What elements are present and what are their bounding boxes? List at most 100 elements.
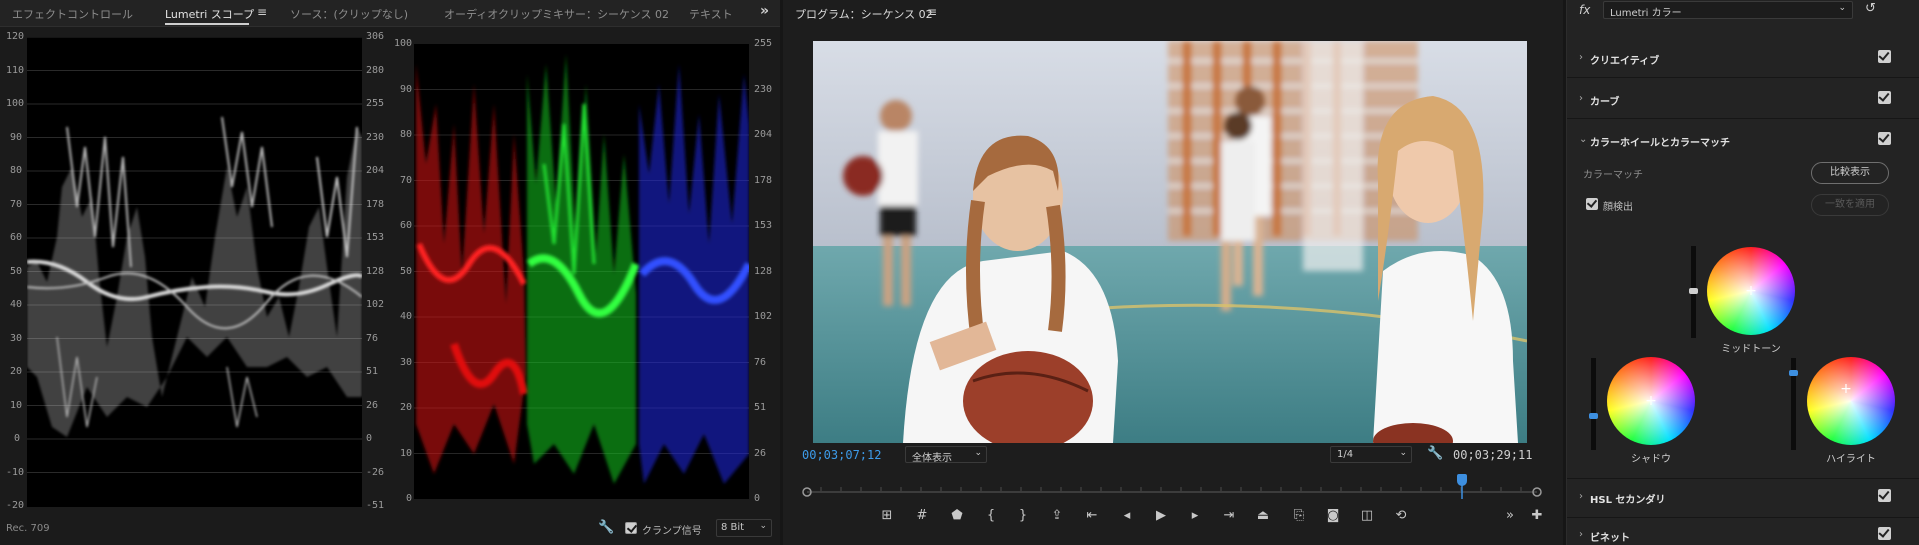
face-detection-checkbox[interactable] <box>1586 198 1598 210</box>
section-color-wheels[interactable]: ⌄ カラーホイールとカラーマッチ <box>1567 120 1919 160</box>
axis-tick-label: 20 <box>400 402 413 413</box>
current-timecode[interactable]: 00;03;07;12 <box>802 448 881 462</box>
playback-resolution-value: 1/4 <box>1337 449 1354 460</box>
program-monitor-panel: プログラム：シーケンス 02 ≡ 00;03;07;12 全体表示 ⌄ 1/4 … <box>783 0 1563 545</box>
reset-effect-icon[interactable]: ↺ <box>1865 1 1876 16</box>
waveform-trace <box>26 116 364 437</box>
axis-tick-label: 128 <box>754 266 773 277</box>
axis-tick-label: 20 <box>10 366 23 377</box>
tab-text[interactable]: テキスト <box>689 6 733 22</box>
section-creative-checkbox[interactable] <box>1878 50 1891 63</box>
section-color-wheels-checkbox[interactable] <box>1878 132 1891 145</box>
shadows-slider-thumb[interactable] <box>1589 413 1598 419</box>
step-forward-icon[interactable]: ▸ <box>1185 508 1205 523</box>
chevron-right-icon: › <box>1579 491 1583 502</box>
step-back-icon[interactable]: ◂ <box>1117 508 1137 523</box>
program-video-frame[interactable] <box>813 41 1527 443</box>
section-hsl-checkbox[interactable] <box>1878 489 1891 502</box>
safe-margins-icon[interactable]: # <box>912 508 932 523</box>
export-frame-share-icon[interactable]: ⇪ <box>1047 508 1067 523</box>
chevron-down-icon: ⌄ <box>974 448 982 458</box>
section-hsl-secondary[interactable]: › HSL セカンダリ <box>1567 478 1919 518</box>
panel-menu-icon[interactable]: ≡ <box>257 5 267 19</box>
shadows-color-wheel[interactable]: + <box>1607 357 1695 445</box>
midtones-slider-thumb[interactable] <box>1689 288 1698 294</box>
overflow-icon[interactable]: » <box>1500 508 1520 523</box>
go-to-in-icon[interactable]: ⇤ <box>1082 508 1102 523</box>
toggle-proxies-icon[interactable]: ⟲ <box>1391 508 1411 523</box>
axis-tick-label: 102 <box>754 311 773 322</box>
marker-icon[interactable]: ⬟ <box>947 508 967 523</box>
clamp-signal-checkbox[interactable] <box>625 522 637 534</box>
axis-tick-label: 80 <box>10 165 23 176</box>
scope-settings-wrench-icon[interactable]: 🔧 <box>598 520 614 535</box>
play-icon[interactable]: ▶ <box>1151 508 1171 523</box>
section-creative[interactable]: › クリエイティブ <box>1567 38 1919 78</box>
axis-tick-label: 30 <box>10 333 23 344</box>
axis-tick-label: 50 <box>10 266 23 277</box>
clamp-signal-label: クランプ信号 <box>642 526 702 537</box>
camera-icon[interactable]: ◙ <box>1323 508 1343 523</box>
shadows-slider[interactable] <box>1591 358 1596 450</box>
button-editor-plus-icon[interactable]: ✚ <box>1527 508 1547 523</box>
crosshair-icon: + <box>1645 393 1657 409</box>
axis-tick-label: 230 <box>366 132 385 143</box>
tab-lumetri-scopes[interactable]: Lumetri スコープ <box>165 6 254 22</box>
lumetri-scopes-panel: エフェクトコントロール Lumetri スコープ ≡ ソース：(クリップなし) … <box>0 0 780 545</box>
axis-tick-label: 100 <box>394 38 413 49</box>
axis-tick-label: 40 <box>400 311 413 322</box>
chevron-down-icon: ⌄ <box>1399 448 1407 458</box>
section-curves[interactable]: › カーブ <box>1567 79 1919 119</box>
program-monitor-title[interactable]: プログラム：シーケンス 02 <box>795 6 933 22</box>
axis-tick-label: 128 <box>366 266 385 277</box>
section-curves-checkbox[interactable] <box>1878 91 1891 104</box>
midtones-label: ミッドトーン <box>1721 344 1781 355</box>
chevron-down-icon: ⌄ <box>759 521 767 531</box>
tab-overflow-icon[interactable]: » <box>760 3 769 19</box>
axis-tick-label: 0 <box>366 433 373 444</box>
active-tab-indicator <box>165 23 249 25</box>
tab-effect-controls[interactable]: エフェクトコントロール <box>12 6 133 22</box>
axis-tick-label: 153 <box>366 232 385 243</box>
video-still-image <box>813 41 1527 443</box>
monitor-settings-wrench-icon[interactable]: 🔧 <box>1427 446 1443 461</box>
luma-waveform-graph <box>26 36 364 473</box>
panel-menu-icon[interactable]: ≡ <box>927 5 937 19</box>
zoom-fit-select[interactable]: 全体表示 ⌄ <box>905 446 987 464</box>
midtones-color-wheel[interactable]: + <box>1707 247 1795 335</box>
highlights-color-wheel[interactable]: + <box>1807 357 1895 445</box>
section-vignette-checkbox[interactable] <box>1878 527 1891 540</box>
mini-timeline-ruler[interactable] <box>801 485 1543 499</box>
comparison-view-icon[interactable]: ◫ <box>1357 508 1377 523</box>
highlights-slider-thumb[interactable] <box>1789 370 1798 376</box>
axis-tick-label: 76 <box>366 333 379 344</box>
lift-icon[interactable]: ⏏ <box>1253 508 1273 523</box>
comparison-view-button[interactable]: 比較表示 <box>1811 162 1889 184</box>
duration-timecode: 00;03;29;11 <box>1453 448 1533 462</box>
extract-icon[interactable]: ⎘ <box>1289 508 1309 523</box>
mark-in-icon[interactable]: { <box>981 508 1001 523</box>
tab-source[interactable]: ソース：(クリップなし) <box>290 6 408 22</box>
effect-instance-select[interactable]: Lumetri カラー ⌄ <box>1603 1 1853 19</box>
crosshair-icon: + <box>1745 283 1757 299</box>
bit-depth-value: 8 Bit <box>721 522 745 533</box>
apply-match-button[interactable]: 一致を適用 <box>1811 194 1889 216</box>
axis-tick-label: 204 <box>754 129 773 140</box>
axis-tick-label: 30 <box>400 357 413 368</box>
lumetri-color-panel: fx Lumetri カラー ⌄ ↺ › クリエイティブ › カーブ ⌄ カラー… <box>1566 0 1919 545</box>
axis-tick-label: 90 <box>400 84 413 95</box>
parade-red-channel <box>416 64 528 474</box>
axis-tick-label: 178 <box>366 199 385 210</box>
axis-tick-label: 90 <box>10 132 23 143</box>
playback-resolution-select[interactable]: 1/4 ⌄ <box>1330 446 1412 463</box>
axis-tick-label: 10 <box>10 400 23 411</box>
color-match-label: カラーマッチ <box>1583 170 1643 181</box>
tab-audio-clip-mixer[interactable]: オーディオクリップミキサー：シーケンス 02 <box>444 6 669 22</box>
bit-depth-select[interactable]: 8 Bit ⌄ <box>716 519 772 537</box>
axis-tick-label: 10 <box>400 448 413 459</box>
mark-out-icon[interactable]: } <box>1013 508 1033 523</box>
section-curves-label: カーブ <box>1590 97 1620 108</box>
go-to-out-icon[interactable]: ⇥ <box>1219 508 1239 523</box>
add-marker-ruler-icon[interactable]: ⊞ <box>877 508 897 523</box>
section-vignette[interactable]: › ビネット <box>1567 519 1919 545</box>
